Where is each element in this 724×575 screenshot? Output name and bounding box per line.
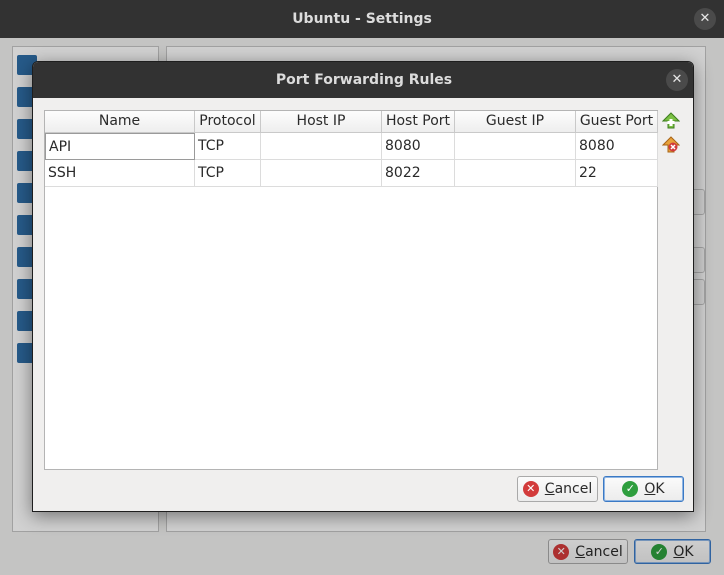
mnemonic-o: O xyxy=(644,481,656,497)
cell-name[interactable]: SSH xyxy=(45,160,195,187)
remove-rule-icon xyxy=(661,136,681,153)
ok-icon: ✓ xyxy=(622,481,639,497)
dialog-title: Port Forwarding Rules xyxy=(275,72,453,88)
cell-host-ip[interactable] xyxy=(261,160,382,187)
remove-rule-button[interactable] xyxy=(661,136,681,154)
column-header-host-ip[interactable]: Host IP xyxy=(261,111,382,133)
cell-guest-ip[interactable] xyxy=(455,160,576,187)
cancel-icon: ✕ xyxy=(522,481,539,497)
dialog-ok-label: OK xyxy=(644,481,664,497)
cell-protocol[interactable]: TCP xyxy=(195,160,261,187)
column-header-guest-ip[interactable]: Guest IP xyxy=(455,111,576,133)
cancel-label-rest: ancel xyxy=(554,481,593,497)
dialog-cancel-button[interactable]: ✕ Cancel xyxy=(517,476,598,502)
cell-name[interactable]: API xyxy=(45,133,195,160)
dialog-ok-button[interactable]: ✓ OK xyxy=(603,476,684,502)
cell-host-port[interactable]: 8022 xyxy=(382,160,455,187)
cell-guest-port[interactable]: 8080 xyxy=(576,133,658,160)
cell-guest-port[interactable]: 22 xyxy=(576,160,658,187)
settings-titlebar: Ubuntu - Settings xyxy=(0,0,724,38)
settings-close-button[interactable]: ✕ xyxy=(694,8,716,30)
settings-title: Ubuntu - Settings xyxy=(292,11,432,27)
column-header-protocol[interactable]: Protocol xyxy=(195,111,261,133)
mnemonic-c: C xyxy=(544,481,555,497)
rules-table[interactable]: Name Protocol Host IP Host Port Guest IP… xyxy=(44,110,658,470)
port-forwarding-dialog: Port Forwarding Rules ✕ Name Protocol Ho… xyxy=(32,61,694,512)
cell-protocol[interactable]: TCP xyxy=(195,133,261,160)
close-icon: ✕ xyxy=(699,11,711,26)
add-rule-button[interactable] xyxy=(661,112,681,130)
column-header-host-port[interactable]: Host Port xyxy=(382,111,455,133)
close-icon: ✕ xyxy=(671,72,683,87)
column-header-name[interactable]: Name xyxy=(45,111,195,133)
cell-guest-ip[interactable] xyxy=(455,133,576,160)
add-rule-icon xyxy=(661,112,681,129)
dialog-titlebar: Port Forwarding Rules xyxy=(33,62,693,98)
cell-host-port[interactable]: 8080 xyxy=(382,133,455,160)
ok-label-rest: K xyxy=(655,481,665,497)
column-header-guest-port[interactable]: Guest Port xyxy=(576,111,658,133)
dialog-cancel-label: Cancel xyxy=(545,481,592,497)
dialog-close-button[interactable]: ✕ xyxy=(666,69,688,91)
cell-host-ip[interactable] xyxy=(261,133,382,160)
